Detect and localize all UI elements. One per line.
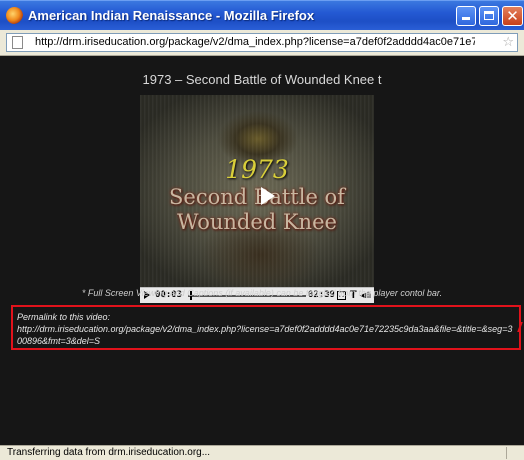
maximize-button[interactable] — [479, 6, 499, 26]
permalink-url[interactable]: http://drm.iriseducation.org/package/v2/… — [17, 323, 515, 347]
maximize-icon — [480, 7, 498, 25]
firefox-logo-icon — [6, 7, 23, 24]
caption-note: * Full Screen Viewing and Captions (if a… — [81, 288, 443, 298]
page-icon — [12, 36, 23, 49]
permalink-text: Permalink to this video: http://drm.iris… — [17, 311, 515, 347]
url-text[interactable]: http://drm.iriseducation.org/package/v2/… — [35, 36, 475, 48]
close-button[interactable]: ✕ — [502, 6, 523, 26]
window-titlebar: American Indian Renaissance - Mozilla Fi… — [0, 0, 524, 30]
status-divider — [506, 447, 507, 459]
page-content: 1973 – Second Battle of Wounded Knee t 1… — [0, 56, 524, 445]
video-overlay-year: 1973 — [225, 155, 289, 184]
video-overlay-line2: Wounded Knee — [177, 210, 337, 234]
video-title: 1973 – Second Battle of Wounded Knee t — [142, 72, 382, 87]
address-bar: http://drm.iriseducation.org/package/v2/… — [0, 30, 524, 56]
video-player[interactable]: 1973 Second Battle of Wounded Knee 00:03… — [140, 95, 374, 303]
status-text: Transferring data from drm.iriseducation… — [7, 447, 211, 458]
minimize-icon — [457, 7, 475, 25]
bookmark-star-icon[interactable]: ☆ — [502, 34, 514, 50]
status-bar: Transferring data from drm.iriseducation… — [0, 445, 524, 460]
video-overlay-line1: Second Battle of — [169, 185, 345, 209]
url-field[interactable]: http://drm.iriseducation.org/package/v2/… — [6, 33, 518, 52]
video-frame[interactable]: 1973 Second Battle of Wounded Knee — [140, 95, 374, 287]
play-overlay-icon[interactable] — [261, 187, 275, 205]
close-icon: ✕ — [506, 7, 519, 25]
permalink-highlight-box: Permalink to this video: http://drm.iris… — [11, 305, 521, 350]
minimize-button[interactable] — [456, 6, 476, 26]
permalink-label: Permalink to this video: — [17, 312, 111, 322]
window-title: American Indian Renaissance - Mozilla Fi… — [28, 8, 315, 23]
